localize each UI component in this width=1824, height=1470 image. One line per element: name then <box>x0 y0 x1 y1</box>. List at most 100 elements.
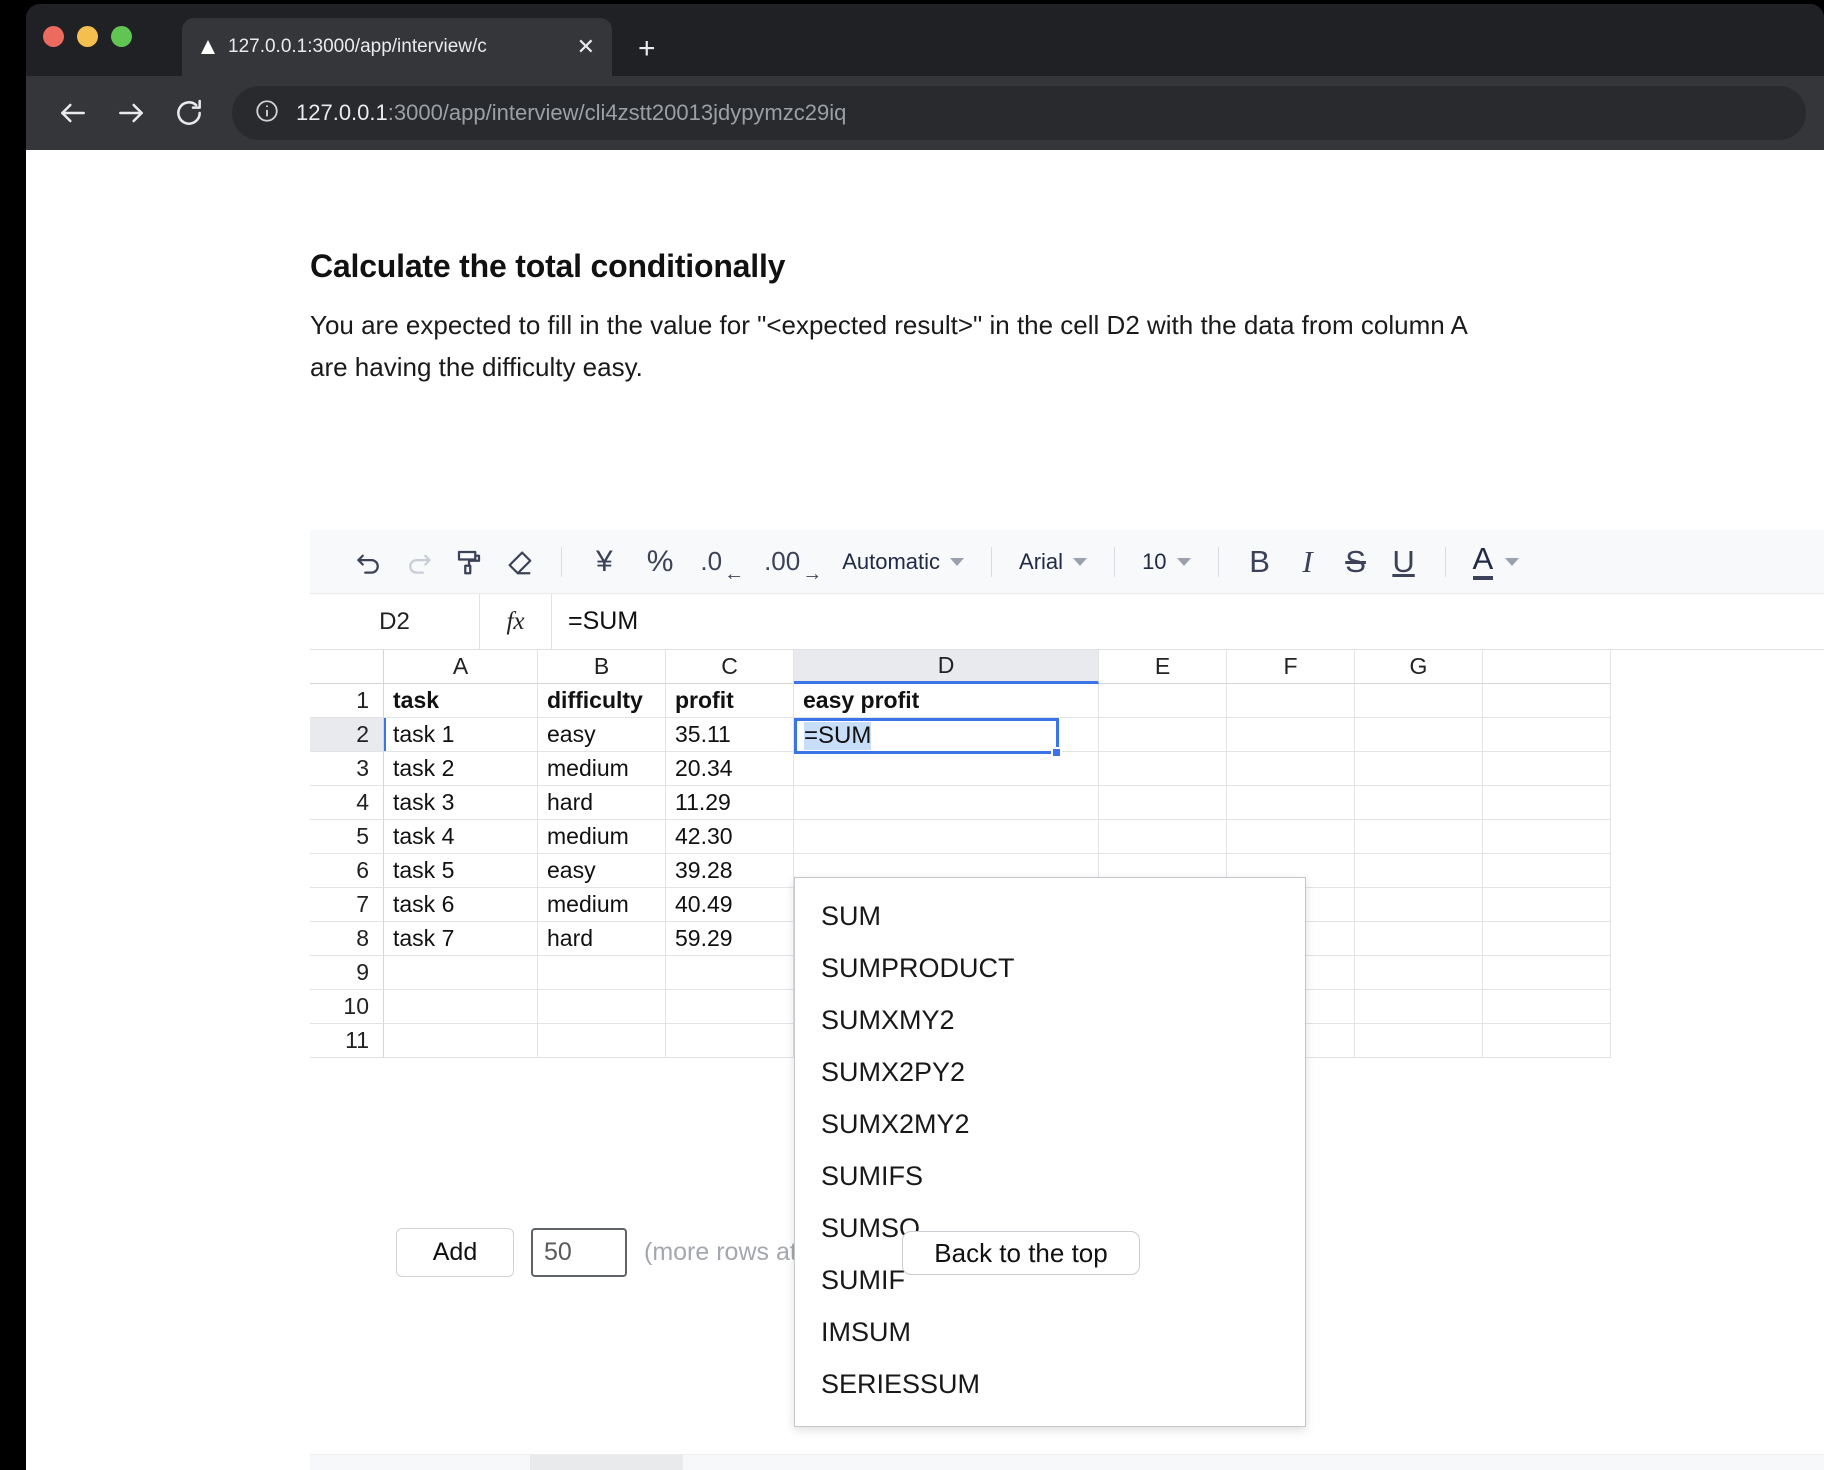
site-info-icon[interactable] <box>254 98 280 129</box>
bold-button[interactable]: B <box>1236 538 1284 586</box>
cell-b11[interactable] <box>538 1024 666 1058</box>
cell-h8[interactable] <box>1483 922 1611 956</box>
column-header-d[interactable]: D <box>794 650 1099 684</box>
cell-f3[interactable] <box>1227 752 1355 786</box>
cell-h6[interactable] <box>1483 854 1611 888</box>
cell-c11[interactable] <box>666 1024 794 1058</box>
cell-a7[interactable]: task 6 <box>384 888 538 922</box>
forward-icon[interactable] <box>102 84 160 142</box>
cell-b5[interactable]: medium <box>538 820 666 854</box>
cell-h10[interactable] <box>1483 990 1611 1024</box>
column-header-b[interactable]: B <box>538 650 666 684</box>
autocomplete-item-sumxmy2[interactable]: SUMXMY2 <box>795 994 1305 1046</box>
cell-c3[interactable]: 20.34 <box>666 752 794 786</box>
cell-g2[interactable] <box>1355 718 1483 752</box>
row-header-9[interactable]: 9 <box>310 956 384 990</box>
back-to-top-button[interactable]: Back to the top <box>902 1231 1140 1275</box>
cell-b10[interactable] <box>538 990 666 1024</box>
select-all-corner[interactable] <box>310 650 384 684</box>
cell-h5[interactable] <box>1483 820 1611 854</box>
maximize-window-button[interactable] <box>111 26 132 47</box>
cell-a2[interactable]: task 1 <box>384 718 538 752</box>
currency-format-icon[interactable]: ¥ <box>579 545 630 579</box>
column-header-e[interactable]: E <box>1099 650 1227 684</box>
row-header-4[interactable]: 4 <box>310 786 384 820</box>
cell-c7[interactable]: 40.49 <box>666 888 794 922</box>
function-icon[interactable]: fx <box>480 594 552 649</box>
cell-g3[interactable] <box>1355 752 1483 786</box>
cell-h3[interactable] <box>1483 752 1611 786</box>
cell-f4[interactable] <box>1227 786 1355 820</box>
cell-e1[interactable] <box>1099 684 1227 718</box>
row-header-8[interactable]: 8 <box>310 922 384 956</box>
redo-icon[interactable] <box>394 538 444 586</box>
cell-b6[interactable]: easy <box>538 854 666 888</box>
row-header-1[interactable]: 1 <box>310 684 384 718</box>
cell-e5[interactable] <box>1099 820 1227 854</box>
decrease-decimal-icon[interactable]: .0← <box>690 538 754 586</box>
cell-a1[interactable]: task <box>384 684 538 718</box>
cell-d4[interactable] <box>794 786 1099 820</box>
cell-c10[interactable] <box>666 990 794 1024</box>
row-header-2[interactable]: 2 <box>310 718 384 752</box>
strikethrough-button[interactable]: S <box>1332 538 1380 586</box>
column-header-g[interactable]: G <box>1355 650 1483 684</box>
formula-input[interactable]: =SUM <box>552 594 1824 649</box>
paint-format-icon[interactable] <box>444 538 494 586</box>
cell-f2[interactable] <box>1227 718 1355 752</box>
autocomplete-item-sumx2py2[interactable]: SUMX2PY2 <box>795 1046 1305 1098</box>
cell-e3[interactable] <box>1099 752 1227 786</box>
cell-a8[interactable]: task 7 <box>384 922 538 956</box>
add-sheet-icon[interactable]: + <box>416 1465 468 1470</box>
cell-d1[interactable]: easy profit <box>794 684 1099 718</box>
cell-e2[interactable] <box>1099 718 1227 752</box>
column-header-c[interactable]: C <box>666 650 794 684</box>
increase-decimal-icon[interactable]: .00→ <box>754 538 832 586</box>
underline-button[interactable]: U <box>1380 538 1428 586</box>
cell-b7[interactable]: medium <box>538 888 666 922</box>
clear-format-icon[interactable] <box>494 538 544 586</box>
cell-g8[interactable] <box>1355 922 1483 956</box>
font-family-dropdown[interactable]: Arial <box>1009 538 1097 586</box>
cell-a5[interactable]: task 4 <box>384 820 538 854</box>
autocomplete-item-seriessum[interactable]: SERIESSUM <box>795 1358 1305 1410</box>
cell-a6[interactable]: task 5 <box>384 854 538 888</box>
row-header-10[interactable]: 10 <box>310 990 384 1024</box>
name-box[interactable]: D2 <box>310 594 480 649</box>
cell-e4[interactable] <box>1099 786 1227 820</box>
cell-g6[interactable] <box>1355 854 1483 888</box>
cell-h1[interactable] <box>1483 684 1611 718</box>
cell-a11[interactable] <box>384 1024 538 1058</box>
font-size-dropdown[interactable]: 10 <box>1132 538 1200 586</box>
cell-g1[interactable] <box>1355 684 1483 718</box>
cell-h4[interactable] <box>1483 786 1611 820</box>
minimize-window-button[interactable] <box>77 26 98 47</box>
close-window-button[interactable] <box>43 26 64 47</box>
cell-g5[interactable] <box>1355 820 1483 854</box>
autocomplete-item-sum[interactable]: SUM <box>795 890 1305 942</box>
percent-format-icon[interactable]: % <box>630 545 691 579</box>
row-header-11[interactable]: 11 <box>310 1024 384 1058</box>
address-bar[interactable]: 127.0.0.1:3000/app/interview/cli4zstt200… <box>232 86 1806 140</box>
autocomplete-item-imsum[interactable]: IMSUM <box>795 1306 1305 1358</box>
cell-c4[interactable]: 11.29 <box>666 786 794 820</box>
active-cell-editor[interactable]: =SUM <box>794 718 1059 754</box>
cell-d5[interactable] <box>794 820 1099 854</box>
column-header-a[interactable]: A <box>384 650 538 684</box>
row-header-5[interactable]: 5 <box>310 820 384 854</box>
cell-c6[interactable]: 39.28 <box>666 854 794 888</box>
new-tab-button[interactable]: + <box>638 34 656 64</box>
cell-c2[interactable]: 35.11 <box>666 718 794 752</box>
row-header-3[interactable]: 3 <box>310 752 384 786</box>
cell-h2[interactable] <box>1483 718 1611 752</box>
cell-g11[interactable] <box>1355 1024 1483 1058</box>
add-rows-count-input[interactable]: 50 <box>531 1228 627 1277</box>
cell-a9[interactable] <box>384 956 538 990</box>
cell-a10[interactable] <box>384 990 538 1024</box>
cell-f5[interactable] <box>1227 820 1355 854</box>
cell-f1[interactable] <box>1227 684 1355 718</box>
italic-button[interactable]: I <box>1284 538 1332 586</box>
cell-c1[interactable]: profit <box>666 684 794 718</box>
close-tab-icon[interactable]: ✕ <box>574 34 598 60</box>
autocomplete-item-sumx2my2[interactable]: SUMX2MY2 <box>795 1098 1305 1150</box>
